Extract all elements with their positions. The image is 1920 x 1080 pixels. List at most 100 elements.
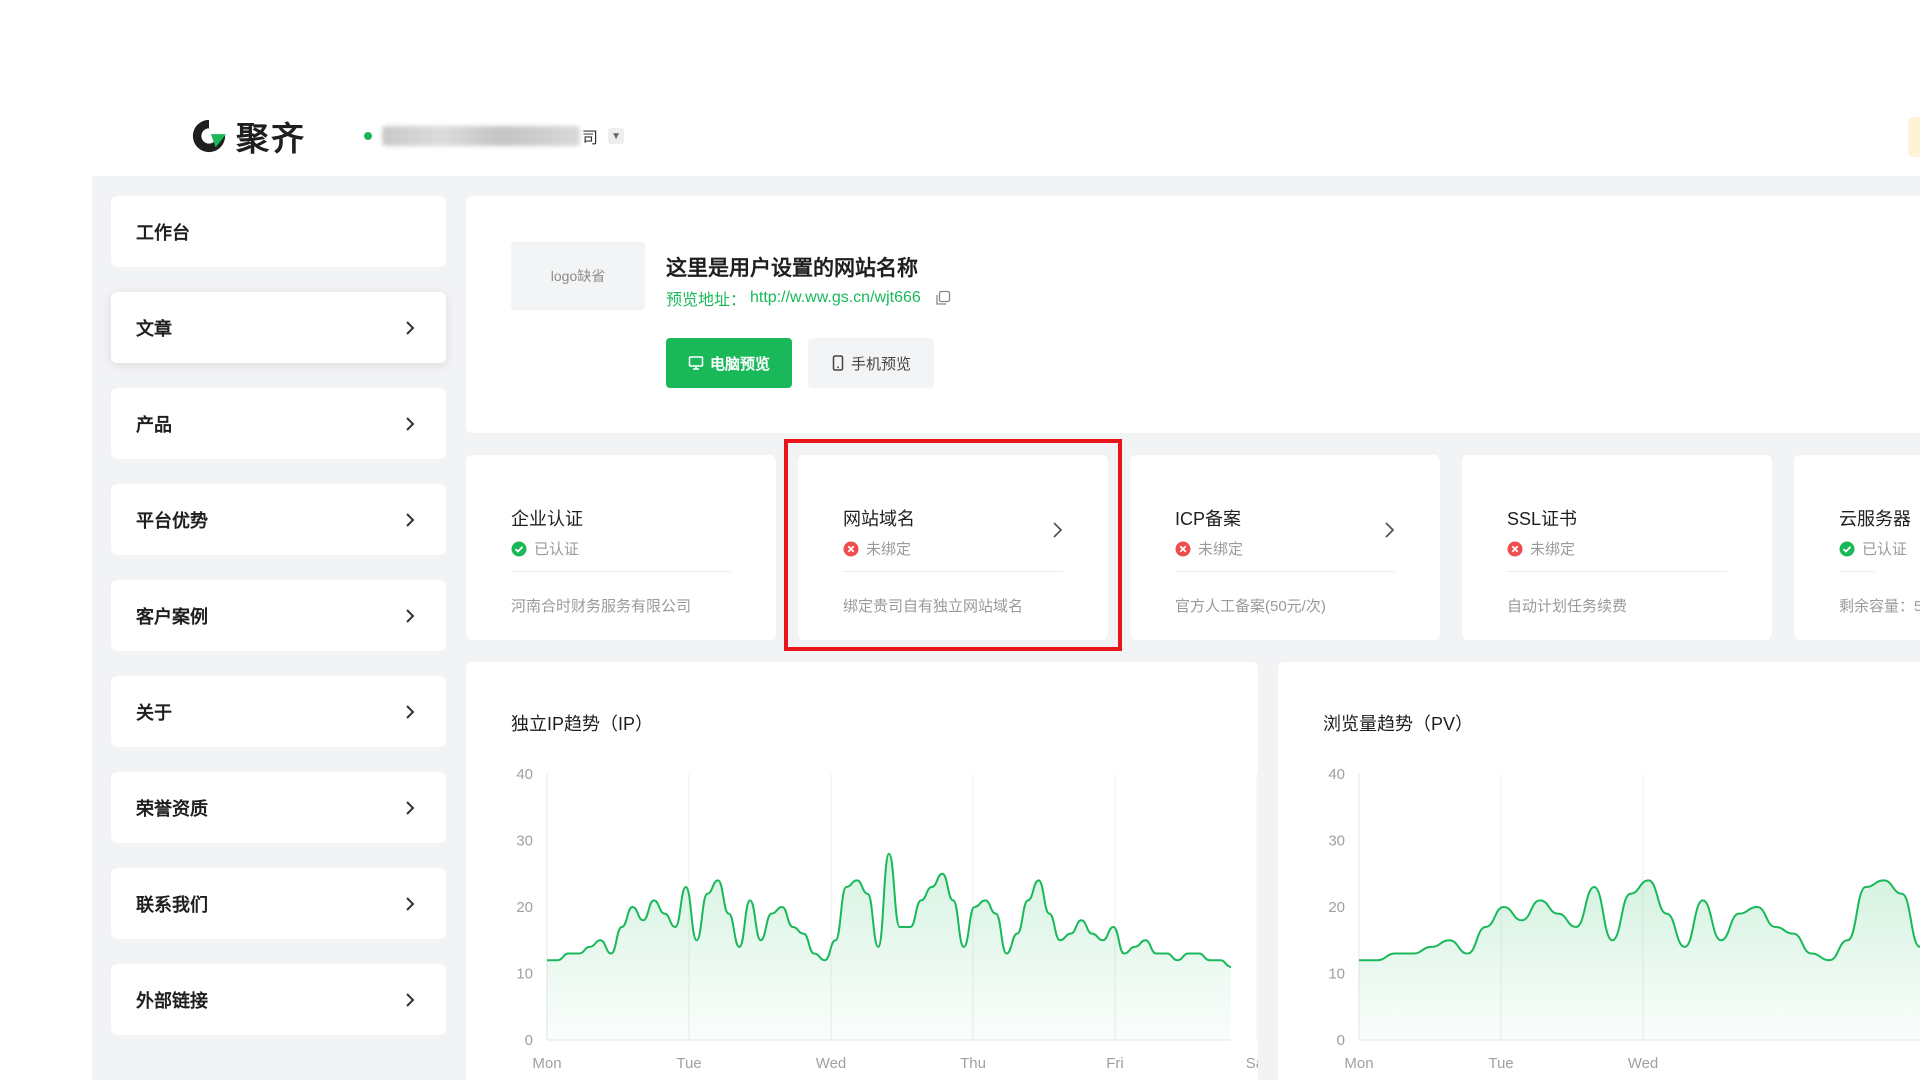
chevron-right-icon — [406, 992, 415, 1007]
header-right-badge[interactable] — [1908, 117, 1920, 157]
sidebar-item-label: 关于 — [136, 702, 172, 723]
pc-preview-label: 电脑预览 — [709, 355, 770, 373]
site-name: 这里是用户设置的网站名称 — [666, 257, 918, 280]
sidebar-item-label: 外部链接 — [136, 990, 208, 1011]
y-tick-label: 0 — [525, 1032, 533, 1049]
status-card-2[interactable]: ICP备案未绑定官方人工备案(50元/次) — [1130, 455, 1440, 640]
status-card-0[interactable]: 企业认证已认证河南合时财务服务有限公司 — [466, 455, 776, 640]
status-card-title: ICP备案 — [1175, 509, 1242, 529]
preview-url-link[interactable]: http://w.ww.gs.cn/wjt666 — [750, 289, 921, 307]
sidebar-item-4[interactable]: 客户案例 — [111, 580, 446, 651]
chevron-right-icon — [406, 512, 415, 527]
series-area — [547, 853, 1231, 1040]
status-indicator: 未绑定 — [1175, 538, 1243, 559]
pv-trend-chart: 0 10 20 30 40 Mon Tue Wed — [1328, 766, 1920, 1072]
x-tick-label: Tue — [1488, 1055, 1513, 1072]
card-divider — [511, 571, 731, 572]
chevron-right-icon[interactable] — [1378, 519, 1400, 541]
phone-icon — [832, 355, 844, 371]
sidebar-item-1[interactable]: 文章 — [111, 292, 446, 363]
status-text: 未绑定 — [1198, 541, 1244, 558]
brand-name: 聚齐 — [236, 120, 306, 157]
sidebar-item-2[interactable]: 产品 — [111, 388, 446, 459]
company-switcher[interactable]: 司 ▼ — [364, 124, 625, 148]
chevron-down-icon[interactable]: ▼ — [608, 128, 625, 144]
x-tick-label: Mon — [532, 1055, 561, 1072]
sidebar-item-label: 荣誉资质 — [136, 798, 208, 819]
x-tick-label: Tue — [676, 1055, 701, 1072]
monitor-icon — [688, 356, 704, 370]
chevron-right-icon[interactable] — [1046, 519, 1068, 541]
x-tick-label: Thu — [960, 1055, 986, 1072]
site-logo-placeholder[interactable]: logo缺省 — [511, 242, 645, 310]
error-circle-icon — [1507, 541, 1523, 556]
sidebar-item-5[interactable]: 关于 — [111, 676, 446, 747]
sidebar-item-6[interactable]: 荣誉资质 — [111, 772, 446, 843]
status-text: 未绑定 — [866, 541, 912, 558]
card-divider — [1839, 571, 1875, 572]
chevron-right-icon — [406, 320, 415, 335]
pc-preview-button[interactable]: 电脑预览 — [666, 338, 792, 388]
sidebar-item-0[interactable]: 工作台 — [111, 196, 446, 267]
sidebar-item-7[interactable]: 联系我们 — [111, 868, 446, 939]
x-tick-label: Fri — [1106, 1055, 1124, 1072]
preview-label: 预览地址： — [666, 292, 747, 309]
brand-logo-icon — [192, 119, 227, 153]
chevron-right-icon — [406, 704, 415, 719]
online-status-dot — [364, 132, 372, 140]
ip-trend-card: 独立IP趋势（IP） 010203040MonTueWedThuFriSatSu… — [466, 662, 1258, 1080]
y-tick-label: 10 — [516, 966, 533, 983]
error-circle-icon — [843, 541, 859, 556]
sidebar-nav: 工作台文章产品平台优势客户案例关于荣誉资质联系我们外部链接 — [111, 196, 446, 1060]
site-info-card: logo缺省 这里是用户设置的网站名称 预览地址： http://w.ww.gs… — [466, 196, 1920, 433]
y-tick-label: 0 — [1337, 1032, 1345, 1049]
series-area — [1359, 880, 1920, 1040]
sidebar-item-label: 联系我们 — [136, 894, 208, 915]
y-tick-label: 40 — [1328, 766, 1345, 783]
ip-trend-chart: 010203040MonTueWedThuFriSatSun — [516, 766, 1258, 1072]
status-indicator: 已认证 — [511, 538, 579, 559]
status-card-desc: 绑定贵司自有独立网站域名 — [843, 598, 1024, 615]
status-card-desc: 剩余容量：5 — [1839, 598, 1920, 615]
mobile-preview-label: 手机预览 — [850, 355, 911, 373]
mobile-preview-button[interactable]: 手机预览 — [808, 338, 934, 388]
status-card-3[interactable]: SSL证书 未绑定 自动计划任务续费 — [1462, 455, 1772, 640]
chevron-right-icon — [406, 608, 415, 623]
status-card-title: 企业认证 — [511, 509, 583, 529]
status-text: 未绑定 — [1530, 541, 1576, 558]
brand-logo[interactable]: 聚齐 — [190, 112, 306, 160]
x-tick-label: Mon — [1344, 1055, 1373, 1072]
status-card-4[interactable]: 云服务器 已认证 剩余容量：5 — [1794, 455, 1920, 640]
copy-icon[interactable] — [935, 290, 951, 306]
y-tick-label: 20 — [1328, 899, 1345, 916]
x-tick-label: Wed — [816, 1055, 847, 1072]
card-divider — [1507, 571, 1727, 572]
status-card-desc: 官方人工备案(50元/次) — [1175, 598, 1326, 615]
card-divider — [843, 571, 1063, 572]
pv-trend-card: 浏览量趋势（PV） 0 10 20 30 40 Mon Tue Wed — [1278, 662, 1920, 1080]
status-card-1[interactable]: 网站域名未绑定绑定贵司自有独立网站域名 — [798, 455, 1108, 640]
x-tick-label: Wed — [1628, 1055, 1659, 1072]
preview-address: 预览地址： http://w.ww.gs.cn/wjt666 — [666, 286, 951, 310]
sidebar-item-label: 平台优势 — [136, 510, 208, 531]
company-name-suffix: 司 — [582, 130, 599, 147]
error-circle-icon — [1175, 541, 1191, 556]
chevron-right-icon — [406, 800, 415, 815]
check-circle-icon — [511, 541, 527, 556]
company-name-blurred — [382, 126, 580, 146]
y-tick-label: 20 — [516, 899, 533, 916]
chevron-right-icon — [406, 416, 415, 431]
status-card-title: 网站域名 — [843, 509, 915, 529]
status-card-desc: 自动计划任务续费 — [1507, 598, 1628, 615]
app-root: 聚齐 司 ▼ 工作台文章产品平台优势客户案例关于荣誉资质联系我们外部链接 log… — [0, 0, 1920, 1080]
sidebar-item-3[interactable]: 平台优势 — [111, 484, 446, 555]
status-card-desc: 河南合时财务服务有限公司 — [511, 598, 692, 615]
y-tick-label: 30 — [516, 833, 533, 850]
y-tick-label: 10 — [1328, 966, 1345, 983]
status-indicator: 未绑定 — [1507, 538, 1575, 559]
sidebar-item-8[interactable]: 外部链接 — [111, 964, 446, 1035]
status-indicator: 未绑定 — [843, 538, 911, 559]
check-circle-icon — [1839, 541, 1855, 556]
sidebar-item-label: 文章 — [136, 318, 172, 339]
chevron-right-icon — [406, 896, 415, 911]
